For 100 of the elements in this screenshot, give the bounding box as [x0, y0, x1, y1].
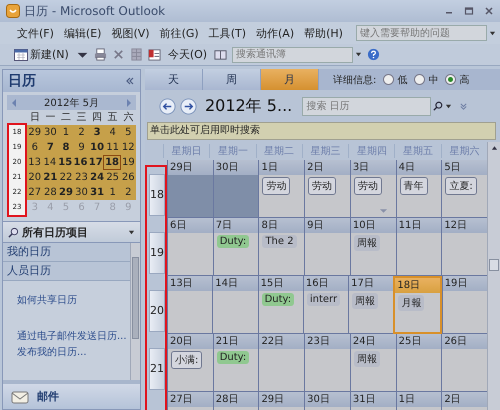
day-cell[interactable]: 15日 Duty:: [258, 276, 303, 334]
appointment[interactable]: Duty:: [262, 293, 294, 306]
date-cell[interactable]: 4: [104, 125, 120, 140]
expand-icon[interactable]: [459, 102, 468, 110]
maximize-icon[interactable]: [464, 6, 474, 16]
date-cell[interactable]: 2: [120, 185, 136, 200]
date-cell[interactable]: 30: [74, 185, 90, 200]
scroll-thumb[interactable]: [489, 259, 499, 271]
scroll-thumb[interactable]: [132, 257, 139, 339]
all-items-bar[interactable]: 所有日历项目: [3, 221, 140, 243]
view-tab[interactable]: 月: [261, 69, 319, 90]
date-cell[interactable]: 22: [58, 170, 74, 185]
date-cell[interactable]: 14: [42, 155, 58, 170]
date-cell[interactable]: 12: [120, 140, 136, 155]
caret-icon[interactable]: [489, 30, 496, 36]
calendar-search-field[interactable]: 搜索 日历: [302, 96, 432, 116]
today-button[interactable]: 今天(O): [166, 47, 210, 62]
day-cell[interactable]: 14日: [212, 276, 258, 334]
day-cell[interactable]: 26日: [441, 334, 488, 392]
instant-search-bar[interactable]: 单击此处可启用即时搜索: [147, 122, 496, 140]
forward-icon[interactable]: [180, 98, 197, 114]
day-cell[interactable]: 12日: [441, 218, 488, 276]
detail-radio[interactable]: 中: [414, 69, 438, 90]
date-cell[interactable]: 3: [89, 125, 105, 140]
date-cell[interactable]: 30: [42, 125, 58, 140]
day-cell[interactable]: 30日: [212, 160, 258, 218]
date-cell[interactable]: 23: [74, 170, 90, 185]
address-book-search-field[interactable]: 搜索通讯簿: [232, 46, 354, 62]
day-cell[interactable]: 6日: [167, 218, 213, 276]
date-cell[interactable]: 1: [104, 185, 120, 200]
view-tab[interactable]: 天: [145, 69, 203, 90]
day-cell[interactable]: 21日 Duty:: [212, 334, 258, 392]
date-cell[interactable]: 8: [58, 140, 74, 155]
section-header[interactable]: 人员日历: [3, 262, 130, 281]
day-cell[interactable]: 1日 劳动: [258, 160, 304, 218]
task-link[interactable]: 发布我的日历...: [17, 345, 130, 361]
appointment[interactable]: 周報: [354, 235, 380, 251]
appointment[interactable]: Duty:: [216, 235, 250, 248]
section-header[interactable]: 我的日历: [3, 243, 130, 262]
day-cell[interactable]: 11日: [396, 218, 442, 276]
day-cell[interactable]: 5日 立夏:: [441, 160, 488, 218]
week-number-tab[interactable]: 21: [149, 348, 165, 390]
day-cell[interactable]: 25日: [396, 334, 442, 392]
date-cell[interactable]: 21: [42, 170, 58, 185]
menu-item[interactable]: 文件(F): [12, 26, 59, 40]
day-cell[interactable]: 13日: [167, 276, 212, 334]
appointment[interactable]: 月報: [398, 295, 424, 311]
printer-icon[interactable]: [94, 48, 107, 61]
day-cell[interactable]: 2日 劳动: [304, 160, 350, 218]
week-number-tab[interactable]: 19: [149, 232, 165, 274]
day-cell[interactable]: 23日: [304, 334, 350, 392]
day-cell[interactable]: 30日: [304, 392, 350, 410]
help-icon[interactable]: [367, 48, 380, 61]
day-cell[interactable]: 22日: [258, 334, 304, 392]
date-cell[interactable]: 6: [27, 140, 43, 155]
date-cell[interactable]: 24: [89, 170, 105, 185]
date-cell[interactable]: 20: [27, 170, 43, 185]
date-cell[interactable]: 16: [72, 155, 88, 170]
day-cell[interactable]: 10日 周報: [350, 218, 396, 276]
day-cell[interactable]: 17日 周報: [348, 276, 394, 334]
caret-icon[interactable]: [355, 51, 362, 58]
caret-icon[interactable]: [445, 102, 452, 110]
date-cell[interactable]: 13: [27, 155, 42, 170]
caret-icon[interactable]: [128, 228, 135, 236]
day-cell[interactable]: 18日 月報: [393, 276, 442, 334]
date-cell[interactable]: 17: [88, 155, 104, 170]
date-cell[interactable]: 31: [89, 185, 105, 200]
date-cell[interactable]: 27: [27, 185, 43, 200]
day-cell[interactable]: 29日: [258, 392, 304, 410]
date-cell[interactable]: 28: [42, 185, 58, 200]
appointment[interactable]: 立夏:: [445, 177, 477, 195]
menu-item[interactable]: 前往(G): [154, 26, 204, 40]
scrollbar[interactable]: [487, 142, 500, 410]
date-cell[interactable]: 29: [27, 125, 43, 140]
task-link[interactable]: 如何共享日历: [17, 293, 130, 309]
appointment[interactable]: Duty:: [216, 351, 250, 364]
detail-radio[interactable]: 高: [445, 69, 470, 90]
scroll-up-icon[interactable]: [490, 145, 498, 151]
day-cell[interactable]: 27日: [167, 392, 213, 410]
date-cell[interactable]: 11: [104, 140, 120, 155]
day-cell[interactable]: 7日 Duty:: [212, 218, 258, 276]
day-cell[interactable]: 29日: [167, 160, 213, 218]
day-cell[interactable]: 4日 青年: [396, 160, 442, 218]
date-cell[interactable]: 7: [42, 140, 58, 155]
day-cell[interactable]: 24日 周報: [350, 334, 396, 392]
menu-item[interactable]: 动作(A): [251, 26, 300, 40]
date-cell[interactable]: 1: [58, 125, 74, 140]
day-cell[interactable]: 1日: [396, 392, 442, 410]
day-cell[interactable]: 28日: [212, 392, 258, 410]
day-cell[interactable]: 8日 The 2: [258, 218, 304, 276]
appointment[interactable]: 青年: [400, 177, 428, 195]
detail-radio[interactable]: 低: [383, 69, 408, 90]
date-cell[interactable]: 25: [104, 170, 120, 185]
day-cell[interactable]: 9日: [304, 218, 350, 276]
date-cell[interactable]: 15: [58, 155, 73, 170]
view-tab[interactable]: 周: [203, 69, 261, 90]
week-number-tab[interactable]: 20: [149, 290, 165, 332]
scrollbar[interactable]: [130, 243, 140, 380]
week-number-tab[interactable]: 18: [149, 174, 165, 216]
appointment[interactable]: 劳动: [262, 177, 290, 195]
